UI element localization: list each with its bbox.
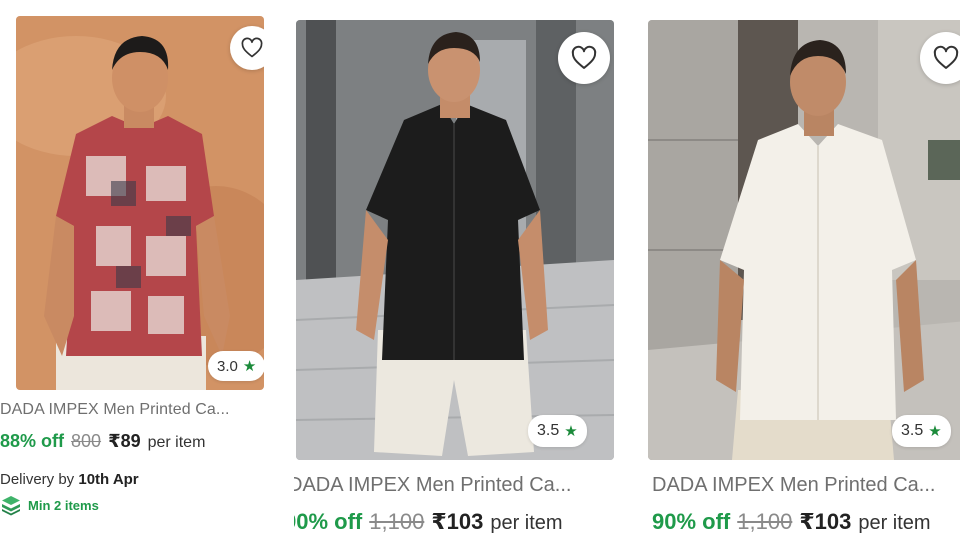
rating-value: 3.0 bbox=[217, 357, 238, 375]
delivery-date: 10th Apr bbox=[78, 471, 139, 488]
stack-icon bbox=[2, 496, 20, 516]
price-row-2: 90% off 1,100 ₹103 per item bbox=[294, 509, 563, 535]
product-card-3[interactable]: 3.5 ★ DADA IMPEX Men Printed Ca... 90% o… bbox=[646, 0, 960, 538]
price-unit: per item bbox=[147, 434, 206, 451]
sale-price: ₹89 bbox=[108, 431, 141, 451]
delivery-prefix: Delivery by bbox=[0, 471, 79, 488]
rating-badge-3: 3.5 ★ bbox=[892, 415, 951, 447]
star-icon: ★ bbox=[242, 357, 257, 375]
delivery-info: Delivery by 10th Apr bbox=[0, 471, 139, 488]
product-title-3[interactable]: DADA IMPEX Men Printed Ca... bbox=[652, 474, 960, 497]
min-items-tag: Min 2 items bbox=[0, 494, 99, 516]
product-title-1[interactable]: DADA IMPEX Men Printed Ca... bbox=[0, 401, 270, 419]
original-price: 1,100 bbox=[737, 509, 793, 534]
rating-value: 3.5 bbox=[537, 422, 560, 439]
discount-label: 90% off bbox=[652, 509, 731, 534]
product-title-2[interactable]: DADA IMPEX Men Printed Ca... bbox=[294, 474, 614, 497]
product-card-2[interactable]: 3.5 ★ DADA IMPEX Men Printed Ca... 90% o… bbox=[294, 0, 616, 538]
original-price: 800 bbox=[71, 431, 102, 451]
rating-value: 3.5 bbox=[901, 422, 924, 439]
wishlist-button-2[interactable] bbox=[558, 32, 610, 84]
rating-badge-1: 3.0 ★ bbox=[208, 351, 264, 381]
rating-badge-2: 3.5 ★ bbox=[528, 415, 587, 447]
product-card-1[interactable]: 3.0 ★ DADA IMPEX Men Printed Ca... 88% o… bbox=[0, 0, 284, 538]
sale-price: ₹103 bbox=[799, 509, 852, 534]
price-row-3: 90% off 1,100 ₹103 per item bbox=[652, 509, 931, 535]
product-image-3[interactable]: 3.5 ★ bbox=[648, 20, 960, 460]
price-row-1: 88% off 800 ₹89 per item bbox=[0, 431, 205, 452]
product-image-1[interactable]: 3.0 ★ bbox=[16, 16, 264, 390]
price-unit: per item bbox=[858, 512, 931, 534]
discount-label: 90% off bbox=[294, 509, 363, 534]
heart-outline-icon bbox=[933, 45, 959, 69]
price-unit: per item bbox=[490, 512, 563, 534]
star-icon: ★ bbox=[564, 422, 578, 440]
discount-label: 88% off bbox=[0, 431, 65, 451]
star-icon: ★ bbox=[928, 422, 942, 440]
sale-price: ₹103 bbox=[431, 509, 484, 534]
product-image-2[interactable]: 3.5 ★ bbox=[296, 20, 614, 460]
heart-outline-icon bbox=[571, 45, 597, 69]
min-items-label: Min 2 items bbox=[28, 497, 99, 513]
heart-outline-icon bbox=[241, 37, 263, 58]
original-price: 1,100 bbox=[369, 509, 425, 534]
